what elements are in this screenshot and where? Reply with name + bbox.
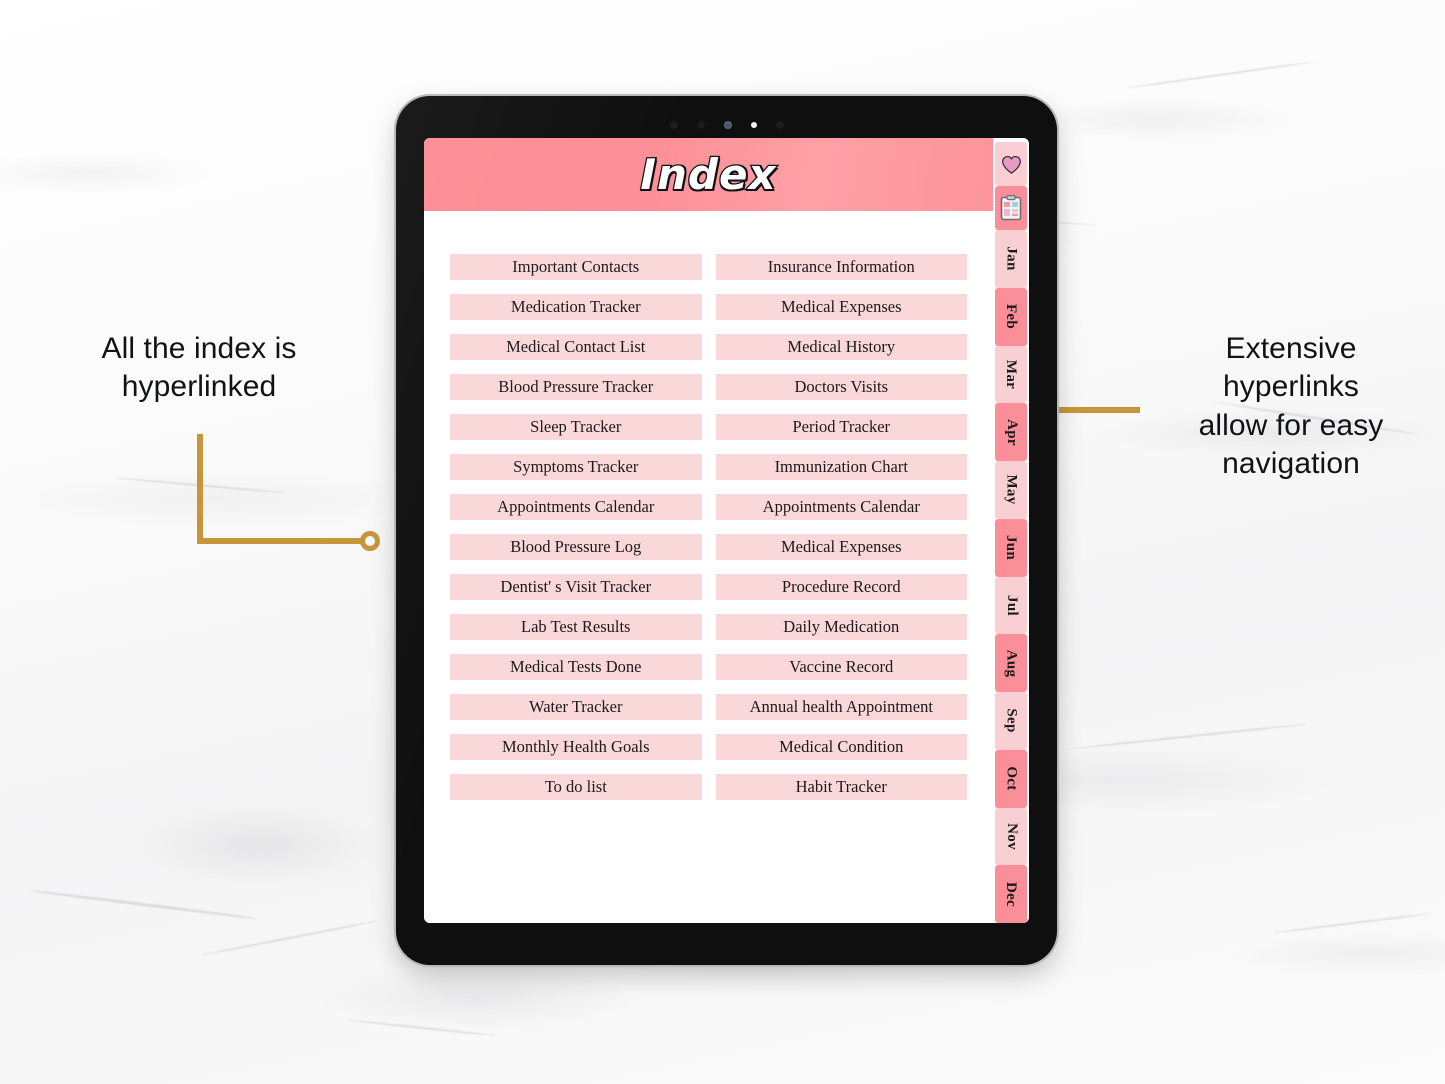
tab-month-label: Mar — [1003, 359, 1020, 389]
connector-left-vertical — [197, 434, 203, 544]
tab-month-label: Aug — [1003, 649, 1020, 677]
tab-month-oct[interactable]: Oct — [995, 749, 1027, 808]
index-link-grid: Important Contacts Insurance Information M… — [424, 211, 993, 800]
status-led-icon — [750, 122, 757, 128]
index-link-button[interactable]: Daily Medication — [715, 614, 967, 640]
index-link-button[interactable]: Appointments Calendar — [715, 494, 967, 520]
tab-month-label: Apr — [1003, 418, 1020, 446]
index-link-button[interactable]: Sleep Tracker — [450, 414, 702, 440]
index-link-button[interactable]: Habit Tracker — [715, 774, 967, 800]
sensor-dot-icon — [669, 121, 678, 129]
tab-month-label: Jun — [1003, 535, 1020, 561]
index-link-button[interactable]: Dentist' s Visit Tracker — [450, 574, 702, 600]
index-link-button[interactable]: Lab Test Results — [450, 614, 702, 640]
month-tab-strip: Jan Feb Mar Apr May Jun Jul Aug Sep Oct Nov Dec — [993, 138, 1029, 923]
index-link-button[interactable]: Water Tracker — [450, 694, 702, 720]
index-link-button[interactable]: Doctors Visits — [715, 374, 967, 400]
clipboard-icon — [1000, 195, 1022, 221]
tab-month-mar[interactable]: Mar — [995, 345, 1027, 404]
connector-left-ring — [360, 531, 380, 551]
tab-month-nov[interactable]: Nov — [995, 807, 1027, 866]
tablet-screen: Index Important Contacts Insurance Inform… — [424, 138, 1029, 923]
tab-month-label: Nov — [1003, 823, 1020, 850]
index-link-button[interactable]: Monthly Health Goals — [450, 734, 702, 760]
index-link-button[interactable]: Medical Condition — [715, 734, 967, 760]
page-title: Index — [639, 149, 777, 201]
index-link-button[interactable]: Medication Tracker — [450, 294, 702, 320]
index-link-button[interactable]: To do list — [450, 774, 702, 800]
planner-page: Index Important Contacts Insurance Inform… — [424, 138, 993, 923]
sensor-dot-icon — [775, 121, 784, 129]
index-link-button[interactable]: Medical History — [715, 334, 967, 360]
index-link-button[interactable]: Medical Expenses — [715, 294, 967, 320]
index-link-button[interactable]: Symptoms Tracker — [450, 454, 702, 480]
index-link-button[interactable]: Annual health Appointment — [715, 694, 967, 720]
tab-month-apr[interactable]: Apr — [995, 403, 1027, 461]
tab-month-label: Oct — [1003, 766, 1020, 791]
tab-month-jul[interactable]: Jul — [995, 576, 1027, 635]
tab-notes[interactable] — [995, 186, 1027, 230]
tab-favorites[interactable] — [995, 142, 1027, 186]
page-header: Index — [424, 138, 993, 211]
annotation-right-text: Extensive hyperlinks allow for easy navi… — [1198, 332, 1384, 481]
index-link-button[interactable]: Medical Contact List — [450, 334, 702, 360]
index-link-button[interactable]: Insurance Information — [715, 254, 967, 280]
tab-month-feb[interactable]: Feb — [995, 287, 1027, 346]
index-link-button[interactable]: Blood Pressure Tracker — [450, 374, 702, 400]
index-link-button[interactable]: Blood Pressure Log — [450, 534, 702, 560]
tab-month-dec[interactable]: Dec — [995, 865, 1027, 923]
index-link-button[interactable]: Vaccine Record — [715, 654, 967, 680]
heart-icon — [1001, 155, 1022, 174]
tablet-device: Index Important Contacts Insurance Inform… — [396, 96, 1057, 965]
sensor-dot-icon — [696, 121, 705, 129]
index-link-button[interactable]: Immunization Chart — [715, 454, 967, 480]
index-link-button[interactable]: Period Tracker — [715, 414, 967, 440]
index-link-button[interactable]: Medical Expenses — [715, 534, 967, 560]
tab-month-label: May — [1003, 474, 1020, 505]
bezel-sensor-row — [396, 119, 1057, 131]
tab-month-may[interactable]: May — [995, 461, 1027, 519]
index-link-button[interactable]: Important Contacts — [450, 254, 702, 280]
annotation-left-text: All the index is hyperlinked — [101, 332, 297, 404]
index-link-button[interactable]: Medical Tests Done — [450, 654, 702, 680]
tab-month-label: Feb — [1003, 304, 1020, 330]
tab-month-jan[interactable]: Jan — [995, 230, 1027, 288]
tab-month-sep[interactable]: Sep — [995, 692, 1027, 750]
connector-left-horizontal — [197, 538, 364, 544]
tab-month-label: Dec — [1003, 881, 1020, 907]
camera-icon — [723, 121, 732, 129]
index-link-button[interactable]: Procedure Record — [715, 574, 967, 600]
index-link-button[interactable]: Appointments Calendar — [450, 494, 702, 520]
tab-month-label: Jul — [1003, 594, 1020, 616]
tab-month-label: Sep — [1003, 708, 1020, 733]
tab-month-label: Jan — [1003, 246, 1020, 271]
tab-month-jun[interactable]: Jun — [995, 518, 1027, 577]
tab-month-aug[interactable]: Aug — [995, 634, 1027, 692]
